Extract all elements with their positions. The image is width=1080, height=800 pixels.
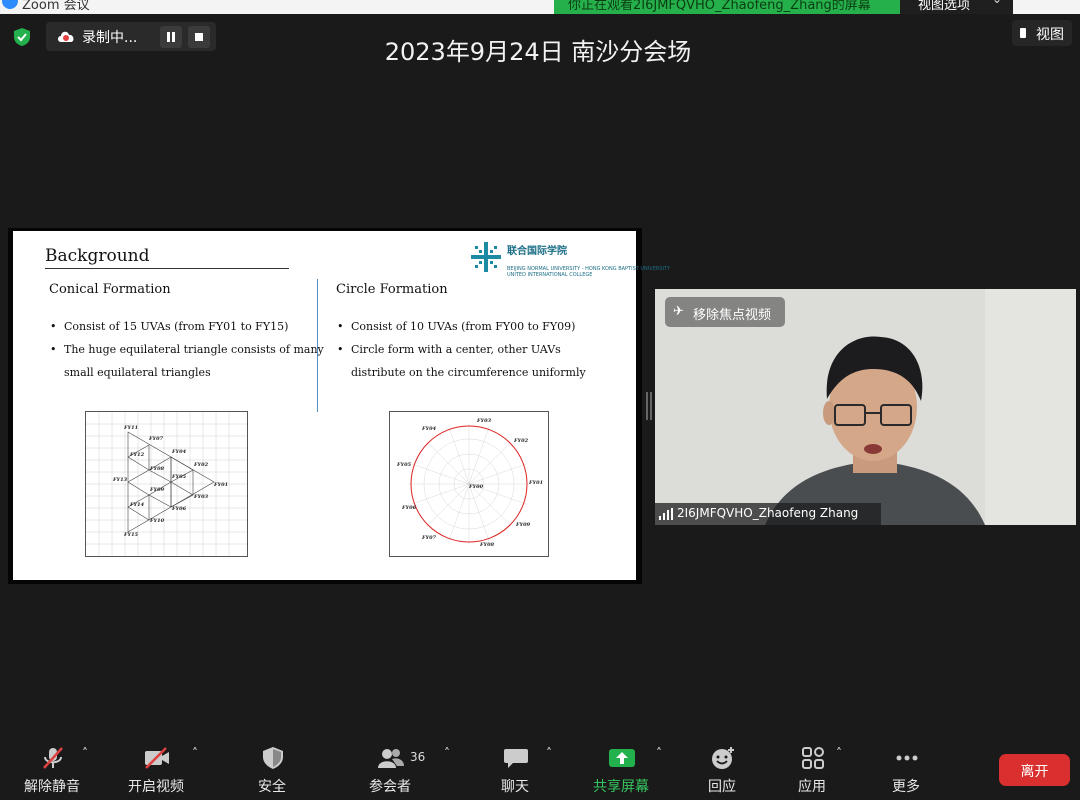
cone-label: FY13 bbox=[112, 477, 128, 483]
audio-options-chevron-icon[interactable]: ˄ bbox=[82, 746, 96, 760]
share-screen-button[interactable]: 共享屏幕 bbox=[583, 740, 659, 798]
security-shield-icon bbox=[263, 747, 283, 769]
security-button[interactable]: 安全 bbox=[234, 740, 310, 798]
cone-label: FY10 bbox=[149, 518, 165, 524]
circle-label: FY02 bbox=[513, 438, 529, 444]
right-subtitle: Circle Formation bbox=[336, 282, 448, 297]
view-layout-icon bbox=[1020, 28, 1026, 38]
participant-video[interactable]: ✈ 移除焦点视频 2I6JMFQVHO_Zhaofeng Zhang bbox=[655, 289, 1076, 525]
chat-chevron-icon[interactable]: ˄ bbox=[546, 746, 560, 760]
chat-label: 聊天 bbox=[501, 779, 529, 795]
chevron-down-icon: ⌄ bbox=[992, 0, 1002, 6]
chat-bubble-icon bbox=[504, 749, 528, 768]
leave-button[interactable]: 离开 bbox=[999, 754, 1070, 786]
view-button[interactable]: 视图 bbox=[1012, 20, 1072, 46]
left-subtitle: Conical Formation bbox=[49, 282, 171, 297]
participants-icon bbox=[378, 749, 404, 768]
slide-title-underline bbox=[45, 268, 289, 269]
circle-label: FY07 bbox=[421, 535, 437, 541]
participants-label: 参会者 bbox=[369, 779, 411, 795]
leave-label: 离开 bbox=[1020, 764, 1049, 780]
apps-chevron-icon[interactable]: ˄ bbox=[836, 746, 850, 760]
cone-label: FY08 bbox=[149, 466, 165, 472]
unmute-label: 解除静音 bbox=[24, 779, 80, 795]
splitter-handle[interactable] bbox=[646, 392, 648, 420]
more-button[interactable]: 更多 bbox=[868, 740, 944, 798]
start-video-label: 开启视频 bbox=[128, 779, 184, 795]
remove-spotlight-button[interactable]: ✈ 移除焦点视频 bbox=[665, 297, 785, 327]
splitter-handle-line bbox=[650, 392, 652, 420]
unmute-button[interactable]: 解除静音 bbox=[14, 740, 90, 798]
security-label: 安全 bbox=[258, 779, 286, 795]
circle-formation-diagram: FY00 FY01 FY02 FY03 FY04 FY05 FY06 FY07 … bbox=[389, 411, 549, 557]
participant-name: 2I6JMFQVHO_Zhaofeng Zhang bbox=[677, 506, 859, 520]
circle-label: FY04 bbox=[421, 426, 437, 432]
uic-logo-icon bbox=[471, 242, 501, 272]
more-label: 更多 bbox=[892, 779, 920, 795]
circle-label: FY01 bbox=[528, 480, 543, 486]
circle-label: FY00 bbox=[468, 484, 484, 490]
cone-label: FY07 bbox=[148, 436, 164, 442]
cone-label: FY06 bbox=[171, 506, 187, 512]
logo-text-cn: 联合国际学院 bbox=[507, 246, 567, 257]
share-banner: 你正在观看2I6JMFQVHO_Zhaofeng_Zhang的屏幕 bbox=[554, 0, 900, 14]
remove-spotlight-label: 移除焦点视频 bbox=[693, 308, 772, 323]
conical-formation-diagram: FY11 FY07 FY12 FY04 FY08 FY02 FY13 FY05 … bbox=[85, 411, 248, 557]
reaction-smiley-icon bbox=[712, 747, 734, 769]
shared-slide: Background 联合国际学院 BEIJING NORMAL UNIVERS… bbox=[13, 231, 670, 580]
reactions-button[interactable]: 回应 bbox=[684, 740, 760, 798]
share-banner-text: 你正在观看2I6JMFQVHO_Zhaofeng_Zhang的屏幕 bbox=[568, 0, 871, 13]
mic-muted-icon bbox=[43, 747, 63, 769]
view-options-label: 视图选项 bbox=[918, 0, 971, 13]
circle-label: FY05 bbox=[396, 462, 412, 468]
share-screen-icon bbox=[609, 749, 635, 767]
cone-label: FY01 bbox=[213, 482, 228, 488]
participants-chevron-icon[interactable]: ˄ bbox=[444, 746, 458, 760]
participant-name-bar: 2I6JMFQVHO_Zhaofeng Zhang bbox=[655, 503, 881, 525]
video-options-chevron-icon[interactable]: ˄ bbox=[192, 746, 206, 760]
more-dots-icon bbox=[896, 755, 918, 761]
cone-label: FY12 bbox=[129, 452, 145, 458]
zoom-logo-icon bbox=[2, 0, 18, 9]
cone-label: FY15 bbox=[123, 532, 139, 538]
participants-count: 36 bbox=[410, 750, 426, 764]
view-options-button[interactable]: 视图选项 ⌄ bbox=[900, 0, 1013, 14]
cone-label: FY09 bbox=[149, 487, 165, 493]
reactions-label: 回应 bbox=[708, 779, 736, 795]
view-button-label: 视图 bbox=[1036, 27, 1064, 43]
share-chevron-icon[interactable]: ˄ bbox=[656, 746, 670, 760]
circle-label: FY08 bbox=[479, 542, 495, 548]
chat-button[interactable]: 聊天 bbox=[477, 740, 553, 798]
start-video-button[interactable]: 开启视频 bbox=[118, 740, 194, 798]
meeting-title: 2023年9月24日 南沙分会场 bbox=[384, 38, 692, 66]
cone-label: FY02 bbox=[193, 462, 209, 468]
cone-label: FY11 bbox=[123, 425, 138, 431]
cone-label: FY04 bbox=[171, 449, 187, 455]
circle-label: FY03 bbox=[476, 418, 492, 424]
circle-label: FY09 bbox=[515, 522, 531, 528]
participants-button[interactable]: 36 参会者 bbox=[352, 740, 428, 798]
cone-label: FY14 bbox=[129, 502, 145, 508]
video-off-icon bbox=[145, 747, 169, 769]
apps-icon bbox=[802, 747, 824, 769]
app-title: Zoom 会议 bbox=[22, 0, 90, 13]
signal-strength-icon bbox=[659, 508, 673, 520]
unpin-icon: ✈ bbox=[673, 304, 684, 319]
logo-text-en: UNITED INTERNATIONAL COLLEGE bbox=[507, 272, 593, 278]
slide-title: Background bbox=[45, 246, 150, 266]
share-screen-label: 共享屏幕 bbox=[593, 779, 649, 795]
cone-label: FY05 bbox=[171, 474, 187, 480]
circle-label: FY06 bbox=[401, 505, 417, 511]
apps-label: 应用 bbox=[798, 779, 826, 795]
cone-label: FY03 bbox=[193, 494, 209, 500]
meeting-toolbar: 解除静音 ˄ 开启视频 ˄ 安全 36 参会者 ˄ 聊天 ˄ 共享屏幕 ˄ 回应… bbox=[0, 740, 1080, 800]
